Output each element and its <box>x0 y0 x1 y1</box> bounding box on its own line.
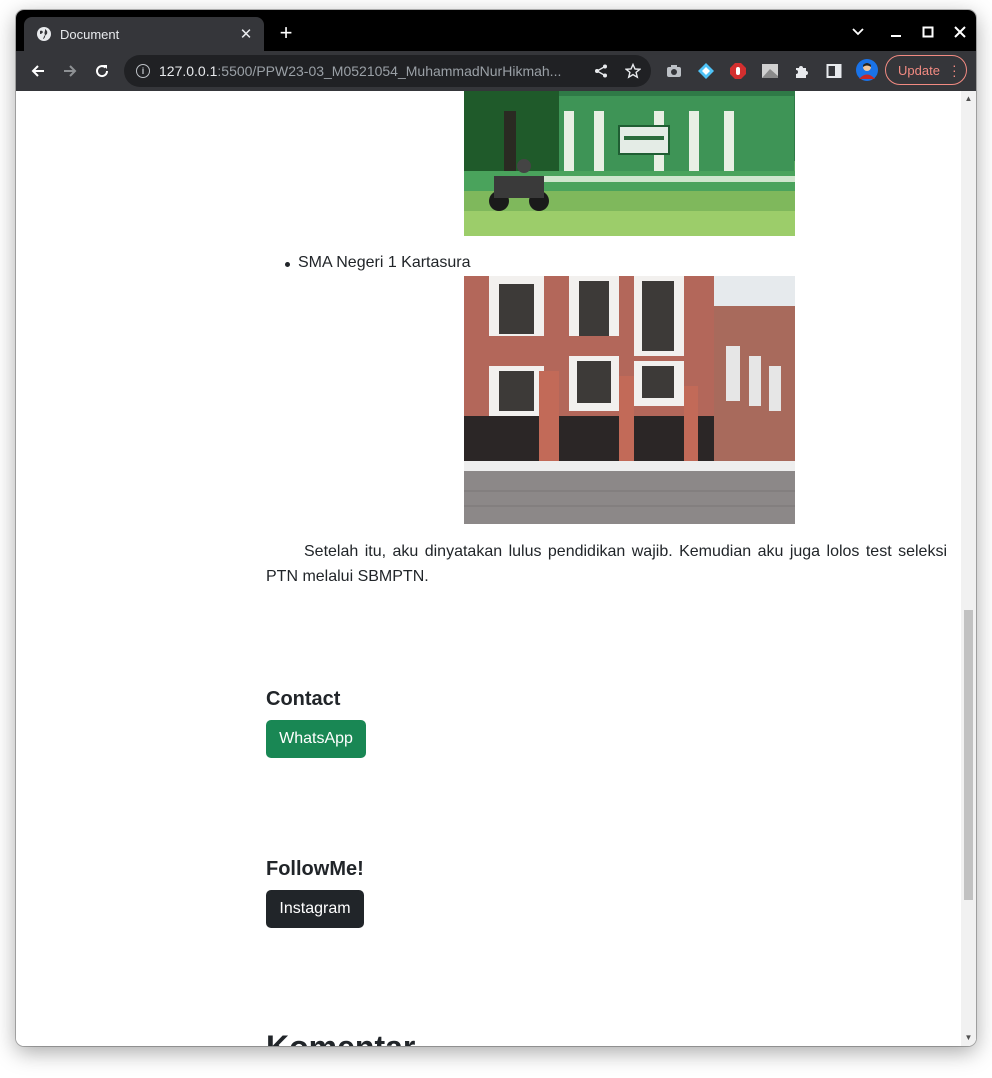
extension-stop-icon[interactable] <box>729 62 747 80</box>
list-bullet <box>285 262 290 267</box>
tab-title: Document <box>60 26 120 42</box>
scroll-up-arrow-icon[interactable]: ▲ <box>964 94 973 103</box>
scroll-thumb[interactable] <box>964 610 973 900</box>
puzzle-icon[interactable] <box>793 62 811 80</box>
minimize-icon[interactable] <box>885 21 907 43</box>
browser-toolbar: i 127.0.0.1:5500/PPW23-03_M0521054_Muham… <box>16 51 976 91</box>
info-icon[interactable]: i <box>136 64 150 78</box>
star-icon[interactable] <box>624 62 642 80</box>
maximize-icon[interactable] <box>917 21 939 43</box>
extension-image-icon[interactable] <box>761 62 779 80</box>
avatar[interactable] <box>856 59 878 81</box>
contact-heading: Contact <box>266 688 341 710</box>
forward-icon[interactable] <box>57 58 83 84</box>
extension-diamond-icon[interactable] <box>697 62 715 80</box>
whatsapp-button[interactable]: WhatsApp <box>266 720 366 758</box>
address-bar[interactable]: i 127.0.0.1:5500/PPW23-03_M0521054_Muham… <box>124 55 651 87</box>
update-button[interactable]: Update · · · <box>885 55 967 85</box>
sidepanel-icon[interactable] <box>825 62 843 80</box>
vertical-scrollbar[interactable]: ▲ ▼ <box>961 91 976 1046</box>
story-paragraph: Setelah itu, aku dinyatakan lulus pendid… <box>266 543 947 585</box>
update-label: Update <box>898 62 940 78</box>
page-viewport: SMA Negeri 1 Kartasura Setelah itu, aku … <box>16 91 976 1046</box>
camera-icon[interactable] <box>665 62 683 80</box>
back-icon[interactable] <box>25 58 51 84</box>
globe-icon <box>36 26 52 42</box>
tab-strip: Document ✕ + <box>16 10 976 51</box>
browser-window: Document ✕ + i 127.0.0.1:5500/PPW23-03_M… <box>16 10 976 1046</box>
close-icon[interactable]: ✕ <box>234 22 258 46</box>
menu-dots-icon[interactable]: · · · <box>952 58 957 82</box>
list-item-school: SMA Negeri 1 Kartasura <box>298 254 471 271</box>
url-text: 127.0.0.1:5500/PPW23-03_M0521054_Muhamma… <box>159 63 562 79</box>
scroll-down-arrow-icon[interactable]: ▼ <box>964 1033 973 1042</box>
plus-icon[interactable]: + <box>274 21 298 45</box>
share-icon[interactable] <box>592 62 610 80</box>
komentar-heading: Komentar <box>266 1029 415 1046</box>
instagram-button[interactable]: Instagram <box>266 890 364 928</box>
school-photo-sma <box>464 276 795 524</box>
tab-document[interactable]: Document ✕ <box>24 17 264 51</box>
close-window-icon[interactable] <box>949 21 971 43</box>
school-photo-smp <box>464 91 795 236</box>
chevron-down-icon[interactable] <box>847 21 869 43</box>
followme-heading: FollowMe! <box>266 858 364 880</box>
reload-icon[interactable] <box>89 58 115 84</box>
